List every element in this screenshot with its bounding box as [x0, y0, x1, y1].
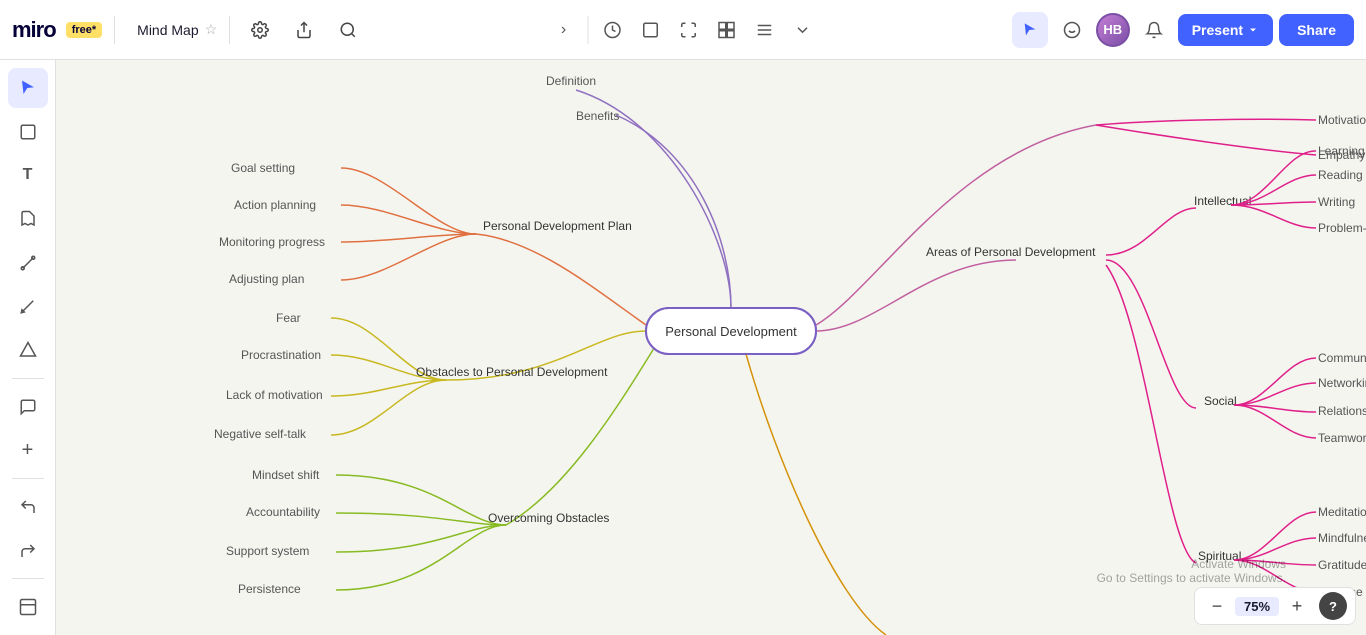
spiritual-label: Spiritual — [1198, 549, 1241, 563]
mindmap-svg: Personal Development Personal Developmen… — [56, 60, 1366, 635]
zoom-out-button[interactable]: − — [1203, 592, 1231, 620]
comment-tool[interactable] — [8, 387, 48, 427]
problem-solving-label: Problem-solving — [1318, 221, 1366, 235]
connector-tool[interactable] — [8, 243, 48, 283]
pen-tool[interactable] — [8, 286, 48, 326]
present-button[interactable]: Present — [1178, 14, 1273, 46]
bottom-bar: − 75% + ? — [1194, 587, 1356, 625]
star-icon[interactable]: ☆ — [205, 21, 218, 38]
mindset-shift-label: Mindset shift — [252, 468, 320, 482]
sidebar-divider-2 — [12, 478, 44, 479]
search-button[interactable] — [330, 12, 366, 48]
expand-tool[interactable] — [8, 587, 48, 627]
left-sidebar: T + — [0, 60, 56, 635]
toolbar-back-btn[interactable]: › — [546, 12, 582, 48]
board-name[interactable]: Mind Map ☆ — [137, 21, 217, 38]
text-tool[interactable]: T — [8, 155, 48, 195]
zoom-level[interactable]: 75% — [1235, 597, 1279, 616]
present-label: Present — [1192, 22, 1243, 38]
empathy-label: Empathy — [1318, 148, 1365, 162]
select-tool-button[interactable] — [1012, 12, 1048, 48]
motivation-label: Motivation — [1318, 113, 1366, 127]
settings-button[interactable] — [242, 12, 278, 48]
toolbar-fullscreen-btn[interactable] — [671, 12, 707, 48]
mindfulness-label: Mindfulness — [1318, 531, 1366, 545]
header-divider-2 — [229, 16, 230, 44]
sticky-note-tool[interactable] — [8, 199, 48, 239]
networking-label: Networking — [1318, 376, 1366, 390]
shapes-tool[interactable] — [8, 330, 48, 370]
support-system-label: Support system — [226, 544, 309, 558]
toolbar-center: › — [546, 12, 821, 48]
header-divider-1 — [114, 16, 115, 44]
toolbar-divider — [588, 16, 589, 44]
adjusting-plan-label: Adjusting plan — [229, 272, 304, 286]
notification-button[interactable] — [1136, 12, 1172, 48]
goal-setting-label: Goal setting — [231, 161, 295, 175]
add-tool[interactable]: + — [8, 430, 48, 470]
relationship-building-label: Relationship building — [1318, 404, 1366, 418]
help-button[interactable]: ? — [1319, 592, 1347, 620]
svg-text:Personal Development: Personal Development — [665, 324, 797, 339]
reaction-button[interactable] — [1054, 12, 1090, 48]
benefits-label: Benefits — [576, 109, 619, 123]
toolbar-timer-btn[interactable] — [595, 12, 631, 48]
areas-label: Areas of Personal Development — [926, 245, 1096, 259]
toolbar-more-btn[interactable] — [785, 12, 821, 48]
select-tool[interactable] — [8, 68, 48, 108]
zoom-plus-icon: + — [1292, 596, 1303, 617]
persistence-label: Persistence — [238, 582, 301, 596]
frames-tool[interactable] — [8, 112, 48, 152]
redo-button[interactable] — [8, 531, 48, 571]
negative-self-talk-label: Negative self-talk — [214, 427, 307, 441]
share-export-button[interactable] — [286, 12, 322, 48]
pdp-label: Personal Development Plan — [483, 219, 632, 233]
logo: miro — [12, 17, 56, 43]
procrastination-label: Procrastination — [241, 348, 321, 362]
definition-label: Definition — [546, 74, 596, 88]
fear-label: Fear — [276, 311, 301, 325]
share-button[interactable]: Share — [1279, 14, 1354, 46]
lack-motivation-label: Lack of motivation — [226, 388, 323, 402]
toolbar-board-btn[interactable] — [709, 12, 745, 48]
sidebar-divider — [12, 378, 44, 379]
social-label: Social — [1204, 394, 1237, 408]
gratitude-label: Gratitude — [1318, 558, 1366, 572]
action-planning-label: Action planning — [234, 198, 316, 212]
zoom-minus-icon: − — [1212, 596, 1223, 617]
toolbar-frame-btn[interactable] — [633, 12, 669, 48]
accountability-label: Accountability — [246, 505, 320, 519]
meditation-label: Meditation — [1318, 505, 1366, 519]
zoom-in-button[interactable]: + — [1283, 592, 1311, 620]
header: miro free* Mind Map ☆ › — [0, 0, 1366, 60]
undo-button[interactable] — [8, 487, 48, 527]
teamwork-label: Teamwork — [1318, 431, 1366, 445]
reading-label: Reading — [1318, 168, 1363, 182]
canvas[interactable]: Personal Development Personal Developmen… — [56, 60, 1366, 635]
avatar[interactable]: HB — [1096, 13, 1130, 47]
communication-label: Communication — [1318, 351, 1366, 365]
header-right: HB Present Share — [1012, 12, 1354, 48]
toolbar-list-btn[interactable] — [747, 12, 783, 48]
monitoring-progress-label: Monitoring progress — [219, 235, 325, 249]
writing-label: Writing — [1318, 195, 1355, 209]
plan-badge: free* — [66, 22, 102, 38]
obstacles-label: Obstacles to Personal Development — [416, 365, 608, 379]
overcoming-obstacles-label: Overcoming Obstacles — [488, 511, 609, 525]
sidebar-divider-3 — [12, 578, 44, 579]
board-name-label: Mind Map — [137, 22, 198, 38]
